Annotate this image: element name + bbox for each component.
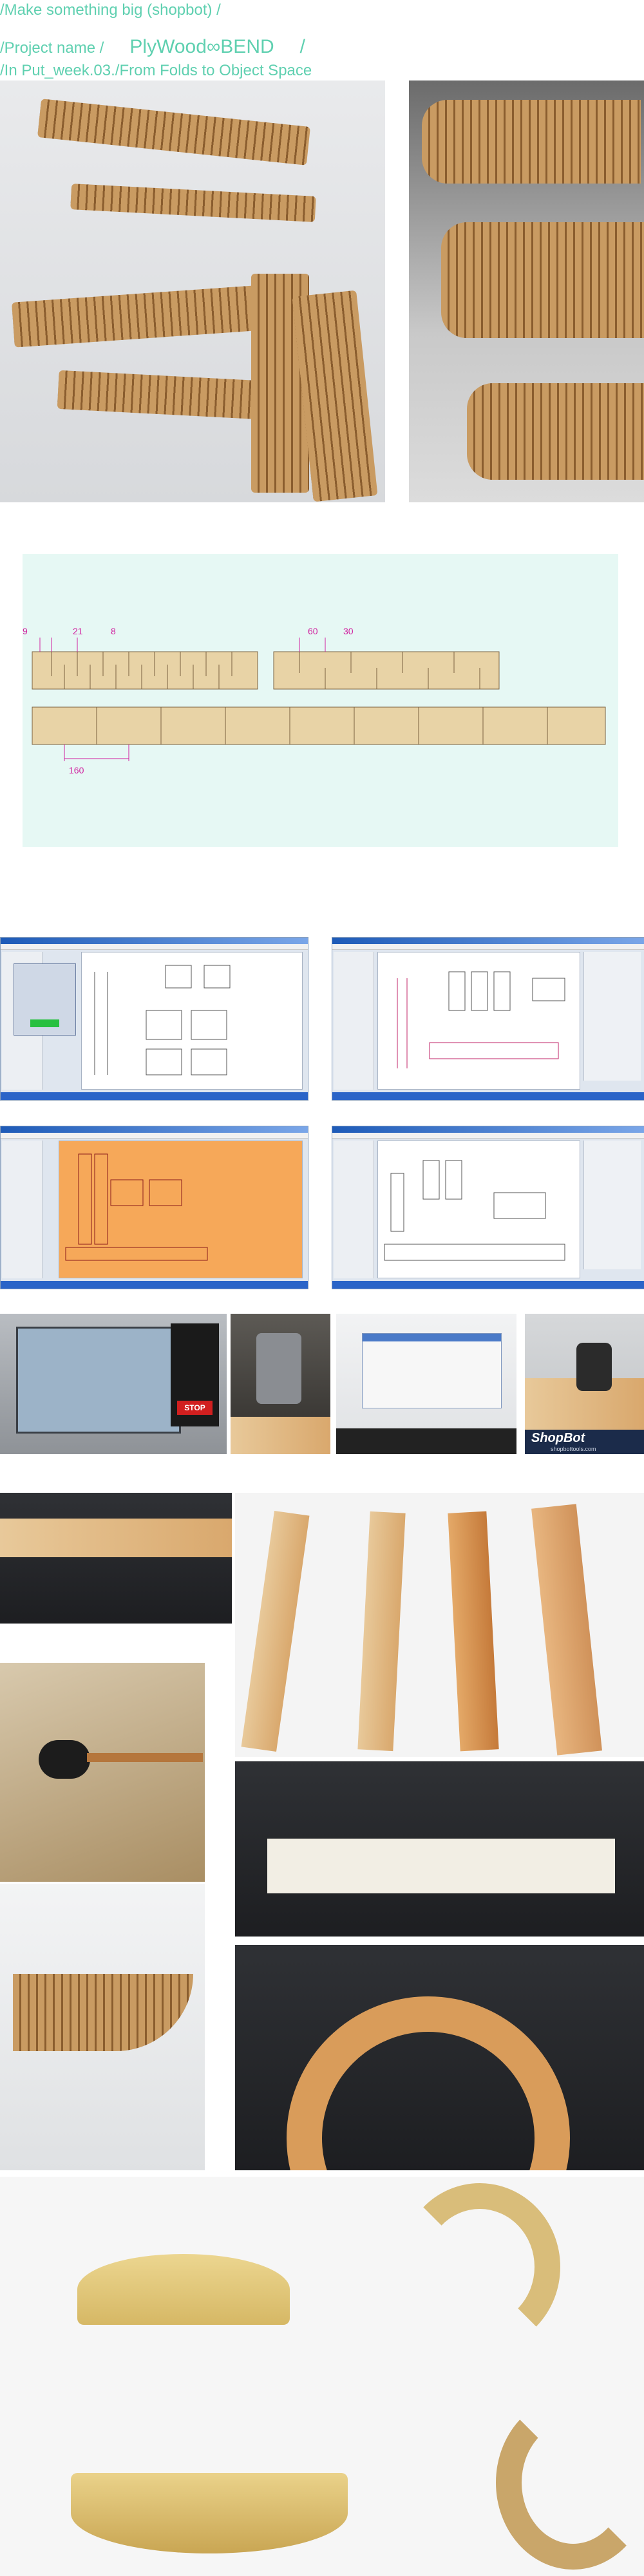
white-slotted-strip bbox=[267, 1839, 615, 1893]
dimension-30: 30 bbox=[343, 626, 354, 636]
photo-software-dialog bbox=[336, 1314, 516, 1454]
plywood-strip bbox=[0, 1519, 232, 1557]
photo-cut-finger-joints bbox=[0, 1493, 232, 1624]
window-titlebar bbox=[1, 1126, 308, 1133]
bent-wood-section bbox=[13, 1974, 193, 2051]
window-titlebar bbox=[1, 938, 308, 944]
taskbar bbox=[1, 1092, 308, 1100]
taskbar bbox=[1, 1281, 308, 1289]
mallet-handle bbox=[87, 1753, 203, 1762]
bent-sample-slotted bbox=[71, 2473, 348, 2553]
photo-mallet-assembly bbox=[0, 1663, 205, 1882]
cad-screenshot-2 bbox=[332, 937, 644, 1101]
photo-bent-section-closeup bbox=[0, 1884, 205, 2170]
cad-screenshot-1 bbox=[0, 937, 308, 1101]
tool-panel bbox=[334, 1141, 374, 1278]
slotted-strip bbox=[357, 1511, 406, 1752]
wood-band bbox=[70, 184, 316, 222]
drawing-canvas bbox=[377, 952, 580, 1090]
strip-short-1 bbox=[32, 651, 258, 690]
slotted-strip bbox=[241, 1510, 310, 1752]
dimension-21: 21 bbox=[73, 626, 83, 636]
rubber-mallet bbox=[39, 1740, 90, 1779]
wood-band bbox=[12, 283, 285, 348]
taskbar bbox=[332, 1092, 644, 1100]
project-title: PlyWood∞BEND bbox=[129, 36, 274, 57]
strip-short-2 bbox=[273, 651, 500, 690]
header-line-3: /In Put_week.03./From Folds to Object Sp… bbox=[0, 62, 312, 79]
stop-button: STOP bbox=[177, 1401, 213, 1415]
uncut-strip bbox=[531, 1504, 602, 1756]
window-menubar bbox=[332, 1133, 644, 1139]
drawing-canvas bbox=[81, 952, 303, 1090]
wood-band bbox=[37, 99, 310, 166]
bent-sample-curl bbox=[399, 2183, 560, 2351]
photo-bent-plywood-closeup bbox=[409, 80, 644, 502]
canvas-shapes bbox=[94, 965, 231, 1075]
photo-bent-plywood-loops bbox=[0, 80, 385, 502]
window-menubar bbox=[1, 944, 308, 950]
toolpath-preview-canvas bbox=[59, 1141, 303, 1278]
slotted-strip bbox=[448, 1511, 499, 1752]
cordless-drill bbox=[576, 1343, 612, 1391]
spindle bbox=[256, 1333, 301, 1404]
photo-bent-samples-left bbox=[0, 2177, 361, 2576]
window-titlebar bbox=[332, 1126, 644, 1133]
monitor bbox=[16, 1327, 181, 1434]
canvas-shapes bbox=[397, 971, 565, 1068]
header-line-2: /Project name / PlyWood∞BEND / bbox=[0, 36, 305, 58]
window-menubar bbox=[1, 1133, 308, 1139]
dimension-9: 9 bbox=[23, 626, 28, 636]
dialog-titlebar bbox=[363, 1334, 501, 1341]
tool-panel bbox=[2, 1141, 43, 1278]
settings-panel bbox=[583, 1141, 641, 1269]
photo-shopbot-control-screen: STOP bbox=[0, 1314, 227, 1454]
plywood-sheet bbox=[231, 1417, 330, 1454]
bent-sample-arc bbox=[77, 2254, 290, 2325]
settings-panel bbox=[583, 952, 641, 1081]
bent-wood-arch bbox=[287, 1996, 570, 2170]
wood-band bbox=[467, 383, 644, 480]
dimension-8: 8 bbox=[111, 626, 116, 636]
dialog-window bbox=[362, 1333, 502, 1408]
strip-long bbox=[32, 706, 606, 745]
cut-pattern-drawing bbox=[32, 638, 606, 761]
dimension-60: 60 bbox=[308, 626, 318, 636]
header-line-1: /Make something big (shopbot) / bbox=[0, 1, 221, 19]
wood-band bbox=[441, 222, 644, 338]
photo-bent-samples-right bbox=[361, 2177, 644, 2576]
photo-router-spindle bbox=[231, 1314, 330, 1454]
dimension-160: 160 bbox=[69, 765, 84, 775]
project-name-label: /Project name / bbox=[0, 39, 104, 57]
cut-drawing-panel: 9 21 8 60 30 160 bbox=[23, 554, 618, 847]
project-title-slash: / bbox=[299, 36, 305, 57]
window-titlebar bbox=[332, 938, 644, 944]
photo-drill-on-plywood: ShopBot shopbottools.com bbox=[525, 1314, 644, 1454]
shopbot-banner: ShopBot shopbottools.com bbox=[525, 1430, 644, 1454]
drawing-canvas bbox=[377, 1141, 580, 1278]
wood-band bbox=[422, 100, 641, 184]
photo-arch-on-black bbox=[235, 1945, 644, 2170]
tool-panel bbox=[334, 952, 374, 1090]
toolpath-shapes bbox=[65, 1153, 208, 1261]
shopbot-url-text: shopbottools.com bbox=[551, 1446, 596, 1452]
taskbar bbox=[332, 1281, 644, 1289]
dialog-ok-button bbox=[30, 1019, 59, 1027]
dialog-box bbox=[14, 963, 76, 1036]
machine-base bbox=[336, 1428, 516, 1454]
photo-finger-joint-strip bbox=[235, 1761, 644, 1937]
window-menubar bbox=[332, 944, 644, 950]
shopbot-logo-text: ShopBot bbox=[531, 1431, 585, 1445]
photo-slotted-strips bbox=[235, 1493, 644, 1757]
cad-screenshot-4 bbox=[332, 1126, 644, 1289]
cad-screenshot-3 bbox=[0, 1126, 308, 1289]
canvas-shapes bbox=[384, 1160, 565, 1261]
bent-sample-curl bbox=[496, 2396, 644, 2570]
